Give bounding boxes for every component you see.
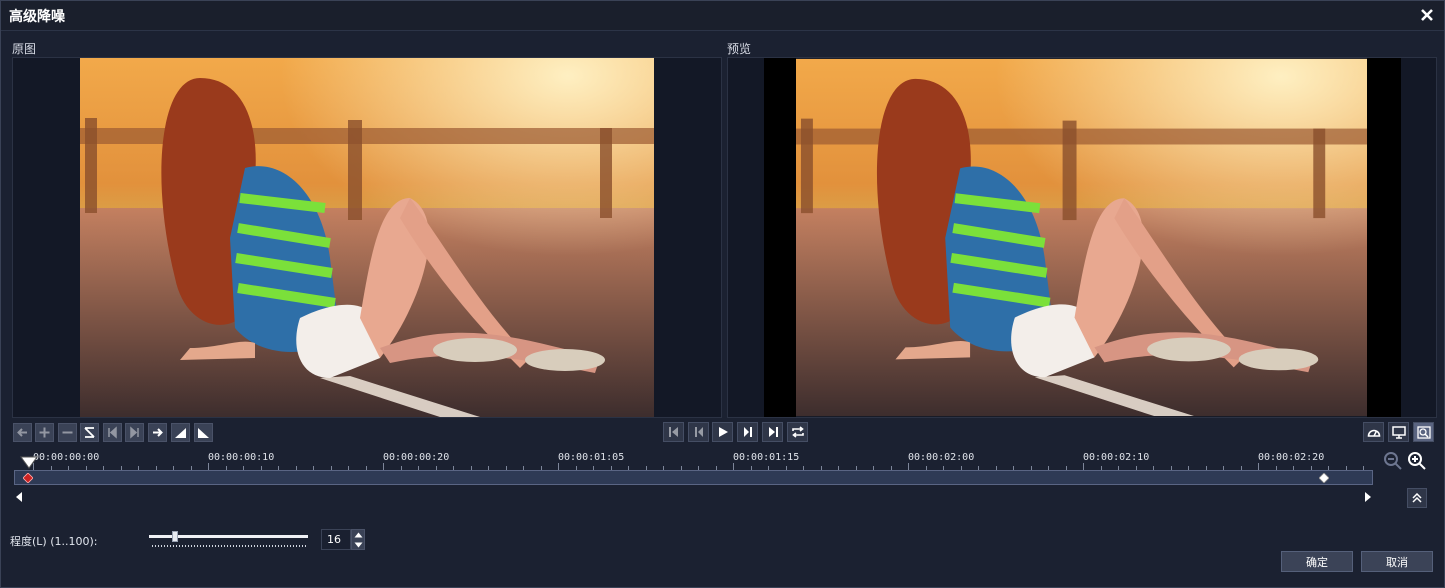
spin-down-icon	[354, 542, 363, 548]
goto-prev-keyframe-button[interactable]	[13, 423, 32, 442]
zoom-in-icon[interactable]	[1407, 451, 1427, 471]
preview-device-button[interactable]	[1388, 422, 1409, 442]
arrow-right-icon	[153, 428, 163, 437]
strength-label: 程度(L) (1..100):	[10, 535, 98, 548]
flip-icon	[84, 427, 95, 438]
prev-frame-button[interactable]	[103, 423, 122, 442]
ruler-tick	[558, 463, 559, 470]
ok-button[interactable]: 确定	[1281, 551, 1353, 572]
strength-slider-thumb[interactable]	[172, 531, 179, 542]
skip-start-icon	[668, 427, 678, 437]
tick-label: 00:00:00:00	[33, 452, 100, 463]
fade-out-icon	[198, 428, 209, 438]
skip-end-icon	[768, 427, 778, 437]
repeat-button[interactable]	[787, 422, 808, 442]
monitor-icon	[1391, 425, 1406, 439]
tick-label: 00:00:02:10	[1083, 452, 1150, 463]
step-back-icon	[108, 426, 117, 439]
letterbox-right	[1367, 58, 1401, 417]
close-button[interactable]	[1417, 5, 1437, 25]
strength-slider-scale	[152, 545, 306, 547]
remove-keyframe-button[interactable]	[58, 423, 77, 442]
playhead-handle[interactable]	[20, 456, 38, 470]
scroll-right-icon[interactable]	[1364, 492, 1372, 502]
dialog-title: 高级降噪	[9, 9, 65, 25]
play-button[interactable]	[712, 422, 733, 442]
preview-label: 预览	[727, 42, 752, 56]
fade-in-icon	[175, 428, 186, 438]
tick-label: 00:00:02:00	[908, 452, 975, 463]
scroll-left-icon[interactable]	[15, 492, 23, 502]
tick-label: 00:00:00:10	[208, 452, 275, 463]
title-bar: 高级降噪	[0, 0, 1445, 31]
ruler-tick	[383, 463, 384, 470]
original-label: 原图	[12, 42, 37, 56]
keyframe-track[interactable]	[14, 470, 1373, 485]
original-image	[80, 58, 654, 417]
ruler-tick	[908, 463, 909, 470]
spin-up-icon	[354, 532, 363, 538]
letterbox-left	[764, 58, 796, 417]
timeline-ruler[interactable]: 00:00:00:00 00:00:00:10 00:00:00:20 00:0…	[13, 450, 1373, 470]
zoom-out-icon[interactable]	[1383, 451, 1403, 471]
cancel-button[interactable]: 取消	[1361, 551, 1433, 572]
zoom-fit-icon	[1416, 425, 1431, 439]
step-forward-icon	[130, 426, 139, 439]
keyframe-end-marker[interactable]	[1319, 473, 1329, 483]
preview-viewer	[727, 57, 1437, 418]
fade-in-button[interactable]	[171, 423, 190, 442]
original-viewer	[12, 57, 722, 418]
play-icon	[718, 427, 728, 437]
gauge-icon	[1367, 429, 1380, 437]
ruler-tick	[208, 463, 209, 470]
reverse-keyframes-button[interactable]	[80, 423, 99, 442]
ruler-tick	[733, 463, 734, 470]
plus-icon	[39, 427, 50, 438]
preview-image	[796, 58, 1367, 417]
next-frame-button[interactable]	[125, 423, 144, 442]
strength-input[interactable]: 16	[321, 529, 351, 550]
close-icon	[1421, 9, 1433, 21]
add-keyframe-button[interactable]	[35, 423, 54, 442]
fade-out-button[interactable]	[194, 423, 213, 442]
tick-label: 00:00:00:20	[383, 452, 450, 463]
repeat-icon	[791, 426, 804, 438]
ruler-tick	[1258, 463, 1259, 470]
strength-spinner[interactable]	[351, 529, 365, 550]
tick-label: 00:00:01:05	[558, 452, 625, 463]
step-back-button[interactable]	[688, 422, 709, 442]
frame-back-icon	[694, 427, 703, 437]
arrow-left-icon	[17, 428, 27, 437]
tick-label: 00:00:02:20	[1258, 452, 1325, 463]
speed-button[interactable]	[1363, 422, 1384, 442]
tick-label: 00:00:01:15	[733, 452, 800, 463]
goto-next-keyframe-button[interactable]	[148, 423, 167, 442]
goto-end-button[interactable]	[762, 422, 783, 442]
double-chevron-up-icon	[1412, 493, 1422, 503]
minus-icon	[62, 431, 73, 434]
expand-panel-button[interactable]	[1407, 488, 1427, 508]
step-forward-button[interactable]	[737, 422, 758, 442]
fit-view-button[interactable]	[1413, 422, 1434, 442]
frame-forward-icon	[743, 427, 752, 437]
goto-start-button[interactable]	[663, 422, 684, 442]
keyframe-start-marker[interactable]	[23, 473, 33, 483]
ruler-tick	[1083, 463, 1084, 470]
